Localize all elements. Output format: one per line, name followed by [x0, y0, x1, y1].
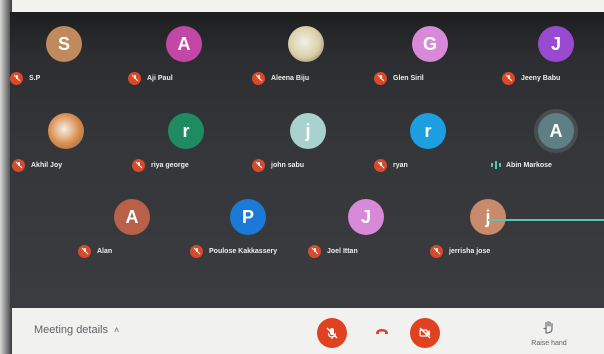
meeting-control-bar: Meeting details ˄ Raise hand	[12, 308, 604, 354]
participant-avatar: j	[290, 113, 326, 149]
participant-name: john sabu	[271, 161, 305, 169]
muted-microphone-icon	[308, 244, 321, 258]
participant-photo	[288, 26, 324, 62]
participant-avatar: S	[46, 26, 82, 62]
participant-name: jerrisha jose	[449, 247, 491, 255]
participant-avatar: A	[538, 113, 574, 149]
participant-name: Aleena Biju	[271, 74, 310, 82]
participant-avatar: P	[230, 199, 266, 235]
raise-hand-icon	[543, 320, 553, 334]
participant-tile[interactable]: j jerrisha jose	[430, 199, 543, 269]
participant-tile[interactable]: A Abin Markose	[491, 113, 604, 183]
participant-name: Alan	[97, 247, 113, 255]
muted-microphone-icon	[374, 71, 387, 85]
muted-microphone-icon	[190, 244, 203, 258]
participant-tile[interactable]: r ryan	[373, 113, 483, 183]
participant-name-row: ryan	[374, 157, 408, 173]
participant-grid: S S.P A Aji Paul Aleena Biju G Glen Siril J Jeen…	[10, 12, 604, 308]
microphone-off-icon	[326, 327, 338, 339]
participant-avatar: J	[348, 199, 384, 235]
participant-tile[interactable]: G Glen Siril	[374, 26, 485, 96]
participant-name-row: Jeeny Babu	[502, 70, 560, 86]
participant-name-row: john sabu	[252, 157, 304, 173]
participant-name: ryan	[393, 161, 408, 169]
participant-tile[interactable]: A Alan	[77, 199, 187, 269]
raise-hand-button[interactable]: Raise hand	[524, 320, 574, 347]
participant-name-row: S.P	[10, 70, 40, 86]
camera-toggle-button[interactable]	[410, 318, 440, 348]
participant-name-row: jerrisha jose	[430, 243, 490, 259]
participant-avatar: j	[470, 199, 506, 235]
muted-microphone-icon	[132, 158, 145, 172]
hang-up-icon[interactable]	[375, 328, 389, 336]
participant-tile[interactable]: J Jeeny Babu	[501, 26, 604, 96]
participant-name: Abin Markose	[506, 161, 552, 169]
muted-microphone-icon	[10, 71, 23, 85]
participant-name: Joel Ittan	[327, 247, 358, 255]
participant-name-row: Aleena Biju	[252, 70, 309, 86]
chevron-up-icon: ˄	[114, 325, 120, 335]
participant-photo	[48, 113, 84, 149]
participant-name-row: Poulose Kakkassery	[190, 243, 277, 259]
muted-microphone-icon	[502, 71, 515, 85]
participant-name: riya george	[151, 161, 189, 169]
meeting-details-button[interactable]: Meeting details ˄	[34, 324, 119, 336]
muted-microphone-icon	[252, 158, 265, 172]
participant-name: Jeeny Babu	[521, 74, 561, 82]
participant-name-row: Abin Markose	[490, 157, 552, 173]
muted-microphone-icon	[128, 71, 141, 85]
participant-name: Aji Paul	[147, 74, 173, 82]
muted-microphone-icon	[12, 158, 25, 172]
participant-tile[interactable]: P Poulose Kakkassery	[190, 199, 303, 269]
participant-avatar: A	[114, 199, 150, 235]
participant-tile[interactable]: Akhil Joy	[11, 113, 121, 183]
participant-name-row: Aji Paul	[128, 70, 173, 86]
participant-tile[interactable]: Aleena Biju	[251, 26, 361, 96]
participant-name-row: riya george	[132, 157, 189, 173]
participant-name-row: Joel Ittan	[308, 243, 358, 259]
participant-name-row: Alan	[78, 243, 112, 259]
participant-avatar: A	[166, 26, 202, 62]
active-speaker-indicator	[488, 219, 604, 221]
participant-avatar: G	[412, 26, 448, 62]
participant-name: S.P	[29, 74, 41, 82]
microphone-toggle-button[interactable]	[317, 318, 347, 348]
participant-tile[interactable]: S S.P	[9, 26, 119, 96]
participant-name-row: Glen Siril	[374, 70, 424, 86]
participant-avatar: r	[410, 113, 446, 149]
muted-microphone-icon	[374, 158, 387, 172]
participant-avatar: r	[168, 113, 204, 149]
speaking-indicator-icon	[491, 161, 501, 169]
participant-tile[interactable]: r riya george	[131, 113, 241, 183]
participant-name-row: Akhil Joy	[12, 157, 62, 173]
participant-tile[interactable]: J Joel Ittan	[308, 199, 421, 269]
meeting-details-label: Meeting details	[34, 324, 108, 336]
participant-tile[interactable]: j john sabu	[252, 113, 363, 183]
participant-name: Akhil Joy	[31, 161, 63, 169]
muted-microphone-icon	[78, 244, 91, 258]
muted-microphone-icon	[430, 244, 443, 258]
raise-hand-label: Raise hand	[531, 340, 567, 347]
participant-name: Poulose Kakkassery	[209, 247, 278, 255]
participant-name: Glen Siril	[393, 74, 424, 82]
camera-off-icon	[419, 327, 431, 339]
participant-tile[interactable]: A Aji Paul	[128, 26, 239, 96]
participant-avatar: J	[538, 26, 574, 62]
muted-microphone-icon	[252, 71, 265, 85]
